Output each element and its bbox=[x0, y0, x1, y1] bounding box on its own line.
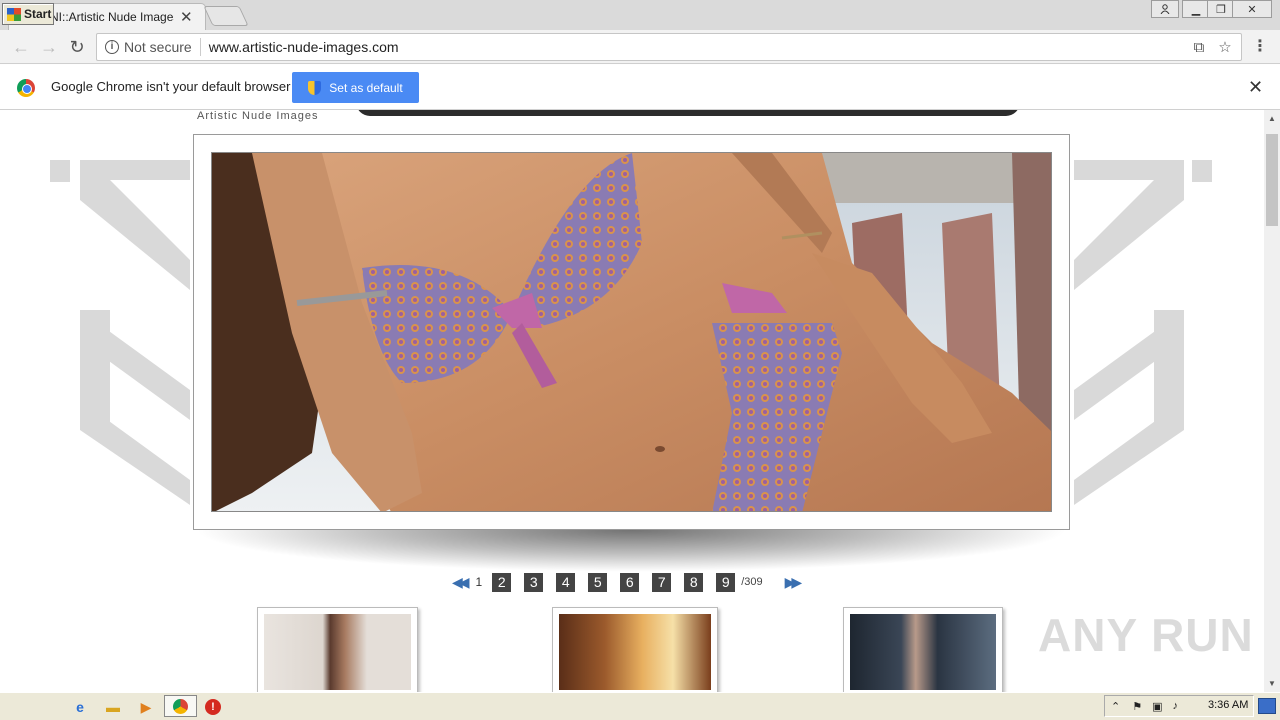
next-page-arrows-icon[interactable]: ▶▶ bbox=[785, 574, 802, 591]
show-desktop-icon[interactable] bbox=[1258, 698, 1276, 714]
reload-icon[interactable]: ↻ bbox=[66, 37, 88, 57]
chrome-taskbar-icon bbox=[173, 699, 188, 714]
taskbar-chrome-button[interactable] bbox=[164, 695, 197, 717]
profile-icon[interactable] bbox=[1151, 0, 1179, 18]
close-window-button[interactable]: ✕ bbox=[1232, 0, 1272, 18]
action-center-flag-icon[interactable]: ⚑ bbox=[1132, 700, 1142, 713]
first-page-arrows-icon[interactable]: ◀◀ bbox=[452, 574, 469, 591]
browser-toolbar: ← → ↻ i Not secure www.artistic-nude-ima… bbox=[0, 30, 1280, 64]
media-player-icon[interactable]: ▶ bbox=[137, 699, 155, 715]
start-button[interactable]: Start bbox=[2, 3, 54, 25]
chrome-logo-icon bbox=[17, 79, 35, 97]
chrome-menu-icon[interactable]: ⋮ bbox=[1250, 38, 1270, 58]
set-as-default-label: Set as default bbox=[329, 80, 403, 95]
tab-close-icon[interactable]: ✕ bbox=[180, 8, 193, 26]
site-name: Artistic Nude Images bbox=[197, 110, 319, 122]
infobar-close-icon[interactable]: ✕ bbox=[1248, 77, 1263, 98]
start-label: Start bbox=[24, 7, 52, 21]
taskbar-clock[interactable]: 3:36 AM bbox=[1208, 699, 1248, 711]
page-link[interactable]: 8 bbox=[684, 572, 704, 592]
omnibox-separator bbox=[199, 38, 201, 56]
tray-expand-icon[interactable]: ⌃ bbox=[1111, 700, 1120, 713]
internet-explorer-icon[interactable]: e bbox=[71, 699, 89, 715]
volume-icon[interactable]: ♪ bbox=[1173, 700, 1179, 712]
gallery-thumbnail[interactable] bbox=[552, 607, 718, 692]
back-arrow-icon[interactable]: ← bbox=[10, 37, 32, 57]
windows-logo-icon bbox=[7, 7, 21, 21]
default-browser-infobar: Google Chrome isn't your default browser… bbox=[0, 65, 1280, 110]
forward-arrow-icon[interactable]: → bbox=[38, 37, 60, 57]
info-icon[interactable]: i bbox=[105, 40, 119, 54]
infobar-message: Google Chrome isn't your default browser bbox=[51, 79, 291, 94]
thumbnail-image bbox=[850, 614, 996, 690]
pagination: ◀◀ 1 2 3 4 5 6 7 8 9 /309 ▶▶ bbox=[452, 572, 808, 592]
page-link[interactable]: 4 bbox=[556, 572, 576, 592]
frame-shadow bbox=[193, 530, 1070, 572]
restore-button[interactable]: ❐ bbox=[1207, 0, 1235, 18]
page-link[interactable]: 3 bbox=[524, 572, 544, 592]
web-page: Artistic Nude Images ◀◀ 1 2 3 4 5 6 7 8 … bbox=[0, 110, 1264, 692]
scroll-down-arrow-icon[interactable]: ▼ bbox=[1264, 677, 1280, 691]
thumbnail-image bbox=[559, 614, 711, 690]
translate-icon[interactable]: ⧉ bbox=[1189, 39, 1209, 56]
page-link[interactable]: 7 bbox=[652, 572, 672, 592]
thumbnail-image bbox=[264, 614, 411, 690]
page-link[interactable]: 6 bbox=[620, 572, 640, 592]
background-logo-left bbox=[50, 160, 190, 505]
bookmark-star-icon[interactable]: ☆ bbox=[1215, 38, 1235, 56]
site-nav-bar[interactable] bbox=[356, 110, 1020, 116]
address-bar[interactable]: i Not secure www.artistic-nude-images.co… bbox=[96, 33, 1242, 61]
page-link[interactable]: 2 bbox=[492, 572, 512, 592]
file-explorer-icon[interactable]: ▬ bbox=[104, 699, 122, 715]
gallery-thumbnail[interactable] bbox=[257, 607, 418, 692]
scroll-up-arrow-icon[interactable]: ▲ bbox=[1264, 112, 1280, 126]
network-icon[interactable]: ▣ bbox=[1152, 700, 1162, 713]
page-link[interactable]: 9 bbox=[716, 572, 736, 592]
set-as-default-button[interactable]: Set as default bbox=[292, 72, 419, 103]
opera-icon[interactable]: ! bbox=[205, 699, 221, 715]
scrollbar-thumb[interactable] bbox=[1266, 134, 1278, 226]
minimize-button[interactable]: ▁ bbox=[1182, 0, 1210, 18]
gallery-thumbnail[interactable] bbox=[843, 607, 1003, 692]
url-text[interactable]: www.artistic-nude-images.com bbox=[209, 39, 1189, 55]
tab-title: ANI::Artistic Nude Images:: bbox=[42, 10, 174, 24]
page-total: /309 bbox=[741, 576, 763, 588]
background-logo-right bbox=[1074, 160, 1212, 505]
uac-shield-icon bbox=[308, 80, 322, 95]
featured-photo[interactable] bbox=[211, 152, 1052, 512]
page-link[interactable]: 5 bbox=[588, 572, 608, 592]
current-page: 1 bbox=[475, 575, 483, 589]
security-label[interactable]: Not secure bbox=[124, 39, 192, 55]
anyrun-watermark: ANY RUN bbox=[1038, 609, 1254, 661]
